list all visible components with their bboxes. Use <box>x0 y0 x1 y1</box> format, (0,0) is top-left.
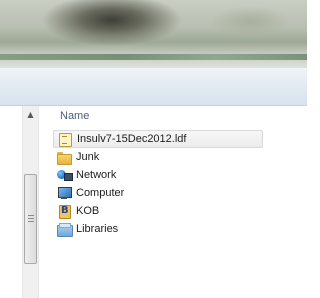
list-item-label: Network <box>76 169 117 181</box>
folder-icon <box>56 150 72 165</box>
user-folder-icon <box>56 204 72 219</box>
document-icon <box>57 132 73 147</box>
list-item-label: Computer <box>76 187 125 199</box>
libraries-icon <box>56 222 73 237</box>
network-icon <box>56 168 73 182</box>
list-item-kob[interactable]: KOB <box>53 202 307 220</box>
scroll-up-button[interactable]: ▲ <box>23 106 38 123</box>
window-chrome <box>0 68 307 106</box>
grip-icon <box>28 215 34 222</box>
desktop-background <box>0 0 307 68</box>
list-item-network[interactable]: Network <box>53 166 307 184</box>
list-item-insulv7-ldf[interactable]: Insulv7-15Dec2012.ldf <box>53 130 263 148</box>
list-item-computer[interactable]: Computer <box>53 184 307 202</box>
list-item-libraries[interactable]: Libraries <box>53 220 307 238</box>
column-header-name[interactable]: Name <box>53 106 307 126</box>
navigation-pane: ▲ Name Insulv7-15Dec2012.ldf Junk Networ… <box>0 106 307 298</box>
column-header-label: Name <box>60 110 90 122</box>
file-list: Insulv7-15Dec2012.ldf Junk Network Compu… <box>53 130 307 238</box>
vertical-scrollbar[interactable]: ▲ <box>22 106 39 298</box>
list-item-label: Insulv7-15Dec2012.ldf <box>77 133 187 145</box>
list-item-junk[interactable]: Junk <box>53 148 307 166</box>
list-item-label: Junk <box>76 151 100 163</box>
list-item-label: Libraries <box>76 223 119 235</box>
background-band <box>0 54 307 60</box>
list-item-label: KOB <box>76 205 100 217</box>
computer-icon <box>56 186 72 200</box>
scroll-thumb[interactable] <box>24 174 37 264</box>
chevron-up-icon: ▲ <box>27 110 34 119</box>
